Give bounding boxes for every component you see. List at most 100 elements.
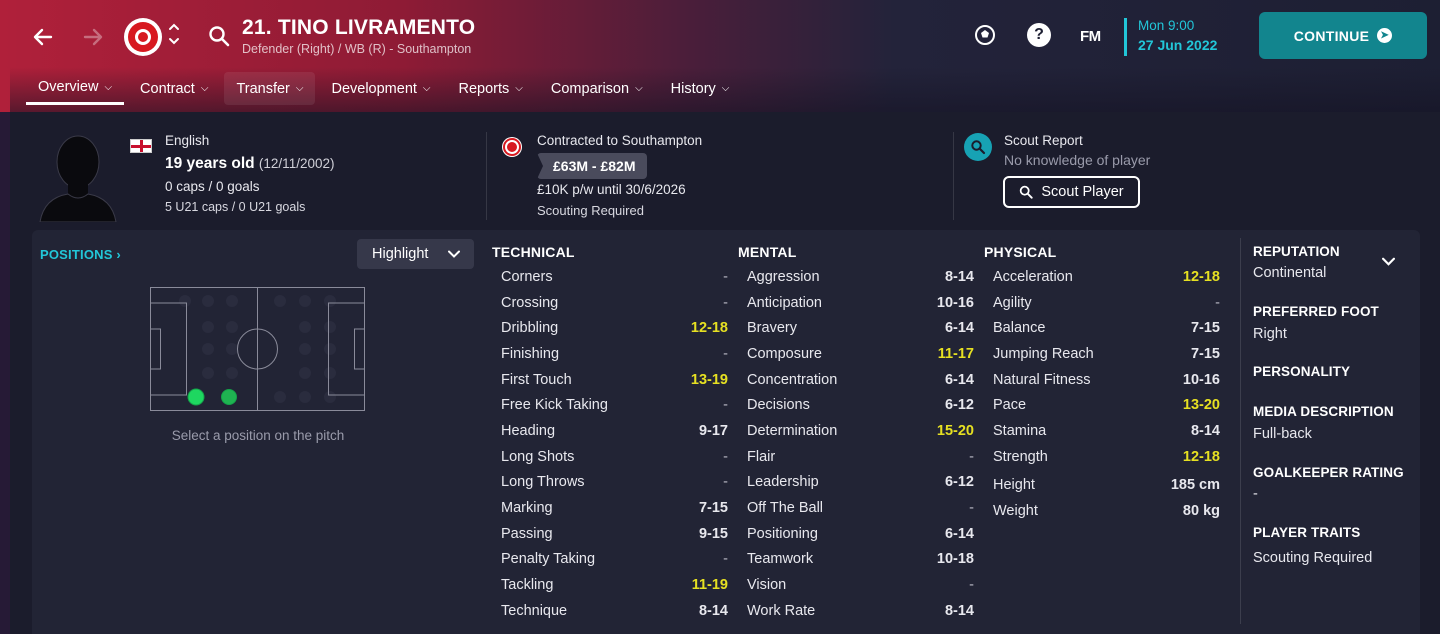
attribute-row[interactable]: Balance 7-15 [993,315,1220,341]
attribute-name: Work Rate [747,602,816,619]
attribute-name: Dribbling [501,320,559,337]
back-arrow-icon[interactable] [28,22,58,52]
attribute-row[interactable]: Marking 7-15 [501,495,728,521]
attribute-name: Crossing [501,294,559,311]
attribute-row[interactable]: Agility - [993,290,1220,316]
tab-bar: Overview ⌵ Contract ⌵ Transfer ⌵ Developmen… [26,72,741,108]
attribute-row[interactable]: Determination 15-20 [747,418,974,444]
personality-label: PERSONALITY [1253,364,1351,379]
attribute-name: Tackling [501,577,554,594]
attribute-name: Teamwork [747,551,814,568]
attribute-row[interactable]: Weight 80 kg [993,498,1220,524]
attribute-name: Stamina [993,422,1047,439]
continue-button[interactable]: CONTINUE ➤ [1259,12,1427,59]
attribute-row[interactable]: Penalty Taking - [501,547,728,573]
attribute-value: 8-14 [944,602,974,619]
attribute-row[interactable]: Teamwork 10-18 [747,547,974,573]
attribute-row[interactable]: Dribbling 12-18 [501,315,728,341]
physical-heading: PHYSICAL [984,244,1057,260]
tab-reports[interactable]: Reports ⌵ [447,72,535,105]
forward-arrow-icon[interactable] [78,22,108,52]
attribute-value: - [723,268,728,285]
attribute-row[interactable]: Finishing - [501,341,728,367]
scout-player-button[interactable]: Scout Player [1003,176,1140,208]
attribute-row[interactable]: Pace 13-20 [993,392,1220,418]
attribute-row[interactable]: Decisions 6-12 [747,392,974,418]
attribute-row[interactable]: Aggression 8-14 [747,264,974,290]
highlight-dropdown[interactable]: Highlight [357,239,474,269]
attribute-name: Technique [501,602,568,619]
date-time[interactable]: Mon 9:00 [1138,18,1194,33]
tab-overview[interactable]: Overview ⌵ [26,72,125,105]
attribute-row[interactable]: Height 185 cm [993,473,1220,499]
attribute-row[interactable]: Crossing - [501,290,728,316]
attribute-row[interactable]: Composure 11-17 [747,341,974,367]
position-pitch[interactable] [150,287,365,411]
club-badge[interactable] [124,18,162,56]
contract-club-badge[interactable] [502,137,522,157]
caps-goals: 0 caps / 0 goals [165,179,260,194]
player-age: 19 years old (12/11/2002) [165,155,335,172]
scout-player-label: Scout Player [1041,184,1124,200]
attribute-row[interactable]: Leadership 6-12 [747,470,974,496]
tab-transfer[interactable]: Transfer ⌵ [224,72,316,105]
attribute-name: Finishing [501,345,560,362]
attribute-name: Aggression [747,268,820,285]
attribute-value: 12-18 [1182,268,1220,285]
attribute-row[interactable]: Technique 8-14 [501,598,728,624]
attribute-row[interactable]: Vision - [747,572,974,598]
attribute-row[interactable]: Concentration 6-14 [747,367,974,393]
positions-link[interactable]: POSITIONS › [40,247,121,262]
attribute-row[interactable]: Anticipation 10-16 [747,290,974,316]
attribute-row[interactable]: Work Rate 8-14 [747,598,974,624]
attribute-row[interactable]: Bravery 6-14 [747,315,974,341]
tab-development[interactable]: Development ⌵ [319,72,442,105]
tab-comparison[interactable]: Comparison ⌵ [539,72,655,105]
attribute-value: 6-14 [944,371,974,388]
attribute-row[interactable]: Jumping Reach 7-15 [993,341,1220,367]
attribute-row[interactable]: Corners - [501,264,728,290]
attribute-name: Leadership [747,474,819,491]
attribute-value: 6-12 [944,397,974,414]
continue-label: CONTINUE [1293,27,1370,44]
player-info-column: REPUTATION Continental PREFERRED FOOT Ri… [1240,238,1420,624]
attribute-name: Balance [993,320,1046,337]
attribute-row[interactable]: Acceleration 12-18 [993,264,1220,290]
club-switch-chevrons-icon[interactable] [168,20,180,51]
attribute-value: - [723,551,728,568]
contract-title[interactable]: Contracted to Southampton [537,133,702,148]
help-icon[interactable]: ? [1026,22,1052,48]
chevron-down-icon[interactable] [1382,254,1395,269]
attribute-row[interactable]: Off The Ball - [747,495,974,521]
attribute-row[interactable]: Strength 12-18 [993,444,1220,470]
attribute-row[interactable]: Long Shots - [501,444,728,470]
attribute-row[interactable]: Passing 9-15 [501,521,728,547]
attribute-name: Corners [501,268,553,285]
attribute-row[interactable]: Long Throws - [501,470,728,496]
attribute-value: 8-14 [1190,422,1220,439]
divider [486,132,487,220]
tab-contract[interactable]: Contract ⌵ [128,72,220,105]
search-icon[interactable] [207,24,231,48]
attribute-value: 8-14 [698,602,728,619]
attribute-row[interactable]: Positioning 6-14 [747,521,974,547]
chevron-down-icon [448,246,460,262]
attribute-row[interactable]: Tackling 11-19 [501,572,728,598]
attribute-row[interactable]: Natural Fitness 10-16 [993,367,1220,393]
attribute-name: Positioning [747,525,818,542]
attribute-row[interactable]: Flair - [747,444,974,470]
attribute-row[interactable]: Free Kick Taking - [501,392,728,418]
attribute-name: Long Throws [501,474,585,491]
attribute-name: Weight [993,503,1038,520]
attribute-row[interactable]: Heading 9-17 [501,418,728,444]
attribute-value: 9-15 [698,525,728,542]
football-icon[interactable] [972,22,998,48]
tab-history[interactable]: History ⌵ [659,72,742,105]
attribute-row[interactable]: Stamina 8-14 [993,418,1220,444]
attribute-row[interactable]: First Touch 13-19 [501,367,728,393]
player-title: 21. TINO LIVRAMENTO [242,16,476,39]
player-traits-label: PLAYER TRAITS [1253,525,1361,540]
reputation-value: Continental [1253,265,1327,281]
fm-logo[interactable]: FM [1080,28,1101,45]
date-date[interactable]: 27 Jun 2022 [1138,37,1217,53]
